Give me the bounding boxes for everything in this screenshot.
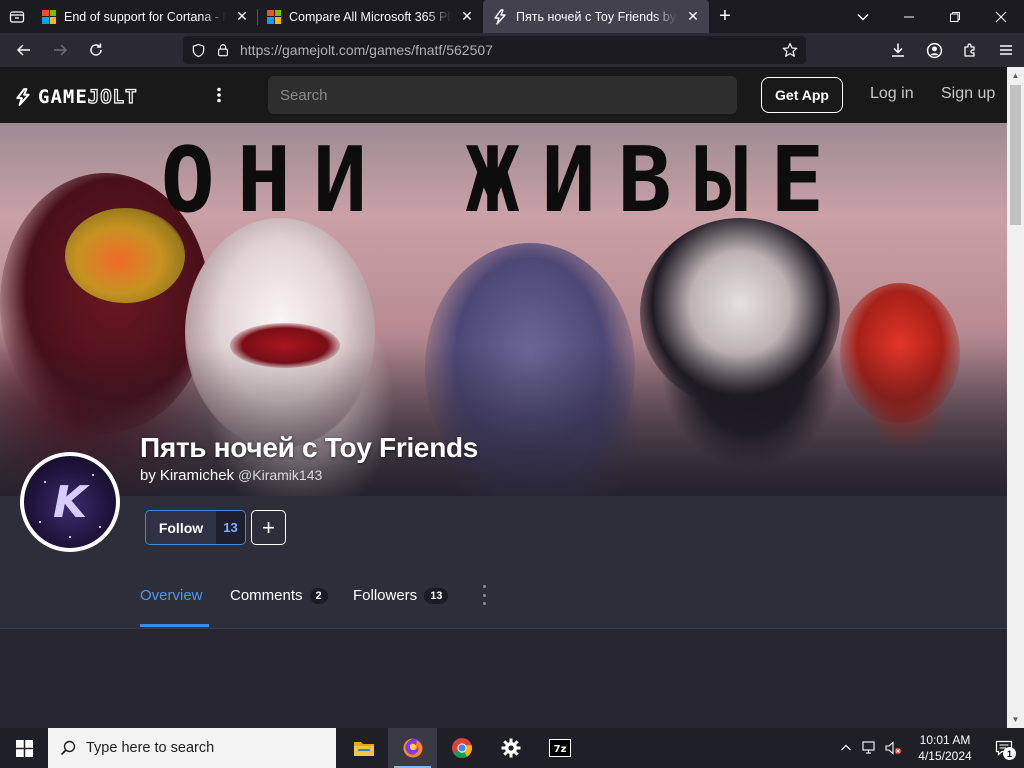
game-title: Пять ночей с Toy Friends bbox=[140, 432, 479, 463]
signup-link[interactable]: Sign up bbox=[941, 85, 995, 103]
forward-icon[interactable] bbox=[42, 33, 78, 67]
close-tab-icon[interactable]: ✕ bbox=[234, 8, 250, 25]
author-name[interactable]: Kiramichek bbox=[160, 467, 234, 484]
taskbar-clock[interactable]: 10:01 AM 4/15/2024 bbox=[906, 732, 984, 764]
network-icon[interactable] bbox=[858, 728, 882, 768]
site-search-input[interactable] bbox=[268, 76, 737, 114]
add-to-playlist-button[interactable]: + bbox=[251, 510, 286, 545]
tab-overview[interactable]: Overview bbox=[140, 587, 203, 604]
show-hidden-icons-icon[interactable] bbox=[834, 728, 858, 768]
avatar-letter: K bbox=[52, 476, 88, 528]
bookmark-star-icon[interactable] bbox=[782, 42, 798, 58]
reload-icon[interactable] bbox=[78, 33, 114, 67]
gamejolt-logo[interactable]: GAMEJOLT bbox=[14, 85, 138, 109]
author-handle[interactable]: @Kiramik143 bbox=[238, 467, 322, 484]
close-tab-icon[interactable]: ✕ bbox=[459, 8, 475, 25]
get-app-button[interactable]: Get App bbox=[761, 77, 843, 113]
gamejolt-icon bbox=[494, 8, 506, 25]
tab-list-icon[interactable] bbox=[0, 0, 33, 33]
tab-label: Overview bbox=[140, 587, 203, 604]
lock-icon[interactable] bbox=[216, 43, 230, 57]
browser-toolbar: https://gamejolt.com/games/fnatf/562507 bbox=[0, 33, 1024, 67]
banner-ink-plush bbox=[640, 218, 840, 408]
page-viewport: GAMEJOLT Get App Log in Sign up ОНИ ЖИВЫ… bbox=[0, 67, 1007, 728]
chrome-icon[interactable] bbox=[437, 728, 486, 768]
tab-label: Followers bbox=[353, 587, 418, 604]
address-bar[interactable]: https://gamejolt.com/games/fnatf/562507 bbox=[183, 36, 806, 64]
search-icon bbox=[60, 740, 76, 756]
url-text: https://gamejolt.com/games/fnatf/562507 bbox=[240, 42, 493, 58]
svg-text:7z: 7z bbox=[553, 744, 566, 755]
close-window-icon[interactable] bbox=[978, 0, 1024, 33]
comments-count-badge: 2 bbox=[309, 587, 328, 604]
tab-label: Comments bbox=[230, 587, 303, 604]
system-tray: 10:01 AM 4/15/2024 1 bbox=[834, 728, 1024, 768]
banner-fox bbox=[840, 283, 960, 423]
author-avatar[interactable]: K bbox=[20, 452, 120, 552]
follow-button[interactable]: Follow 13 bbox=[145, 510, 246, 545]
account-icon[interactable] bbox=[916, 33, 952, 67]
logo-word-jolt: JOLT bbox=[87, 85, 138, 108]
more-options-icon[interactable] bbox=[210, 84, 228, 106]
login-link[interactable]: Log in bbox=[870, 85, 914, 103]
clock-date: 4/15/2024 bbox=[918, 749, 972, 763]
clock-time: 10:01 AM bbox=[919, 733, 971, 747]
file-explorer-icon[interactable] bbox=[339, 728, 388, 768]
browser-tab-strip: End of support for Cortana - Mic ✕ Compa… bbox=[0, 0, 1024, 33]
windows-start-icon[interactable] bbox=[0, 728, 48, 768]
extensions-icon[interactable] bbox=[952, 33, 988, 67]
followers-count-badge: 13 bbox=[424, 587, 449, 604]
browser-tab-gamejolt[interactable]: Пять ночей с Toy Friends by Kira ✕ bbox=[483, 0, 709, 33]
new-tab-icon[interactable]: + bbox=[709, 0, 741, 33]
taskbar-search-placeholder: Type here to search bbox=[86, 740, 215, 756]
back-icon[interactable] bbox=[6, 33, 42, 67]
banner-bunny-bow bbox=[230, 323, 340, 368]
logo-word-game: GAME bbox=[38, 86, 88, 108]
notification-center-icon[interactable]: 1 bbox=[984, 728, 1024, 768]
windows-taskbar: Type here to search 7z 10:01 AM 4/15/202… bbox=[0, 728, 1024, 768]
notification-count-badge: 1 bbox=[1003, 747, 1016, 760]
scroll-down-icon[interactable]: ▼ bbox=[1007, 711, 1024, 728]
tracking-shield-icon[interactable] bbox=[191, 43, 206, 58]
restore-icon[interactable] bbox=[932, 0, 978, 33]
tabs-more-options-icon[interactable] bbox=[480, 585, 488, 605]
gamejolt-bolt-icon bbox=[16, 88, 30, 106]
list-all-tabs-icon[interactable] bbox=[840, 0, 886, 33]
page-scrollbar[interactable]: ▲ ▼ bbox=[1007, 67, 1024, 728]
microsoft-icon bbox=[42, 9, 56, 24]
volume-muted-icon[interactable] bbox=[882, 728, 906, 768]
site-header: GAMEJOLT Get App Log in Sign up bbox=[0, 67, 1007, 123]
game-page-tabs: Overview Comments 2 Followers 13 bbox=[0, 572, 1007, 629]
banner-caption: ОНИ ЖИВЫЕ bbox=[160, 128, 847, 233]
app-menu-icon[interactable] bbox=[988, 33, 1024, 67]
7zip-icon[interactable]: 7z bbox=[535, 728, 584, 768]
firefox-icon[interactable] bbox=[388, 728, 437, 768]
tab-followers[interactable]: Followers 13 bbox=[353, 587, 449, 604]
follow-label: Follow bbox=[146, 511, 216, 544]
tab-comments[interactable]: Comments 2 bbox=[230, 587, 328, 604]
close-tab-icon[interactable]: ✕ bbox=[685, 8, 701, 25]
browser-tab-microsoft365[interactable]: Compare All Microsoft 365 Plans ✕ bbox=[258, 0, 483, 33]
active-tab-underline bbox=[140, 624, 209, 627]
game-byline: by Kiramichek @Kiramik143 bbox=[140, 467, 322, 484]
microsoft-icon bbox=[267, 9, 281, 24]
tab-title: Пять ночей с Toy Friends by Kira bbox=[516, 9, 677, 24]
scrollbar-thumb[interactable] bbox=[1010, 85, 1021, 225]
page-content-area bbox=[0, 629, 1007, 728]
tab-title: Compare All Microsoft 365 Plans bbox=[289, 9, 451, 24]
tab-title: End of support for Cortana - Mic bbox=[64, 9, 226, 24]
byline-prefix: by bbox=[140, 467, 156, 484]
settings-gear-icon[interactable] bbox=[486, 728, 535, 768]
scroll-up-icon[interactable]: ▲ bbox=[1007, 67, 1024, 84]
follower-count: 13 bbox=[216, 511, 245, 544]
browser-tab-cortana[interactable]: End of support for Cortana - Mic ✕ bbox=[33, 0, 258, 33]
taskbar-search-box[interactable]: Type here to search bbox=[48, 728, 336, 768]
downloads-icon[interactable] bbox=[880, 33, 916, 67]
minimize-icon[interactable] bbox=[886, 0, 932, 33]
